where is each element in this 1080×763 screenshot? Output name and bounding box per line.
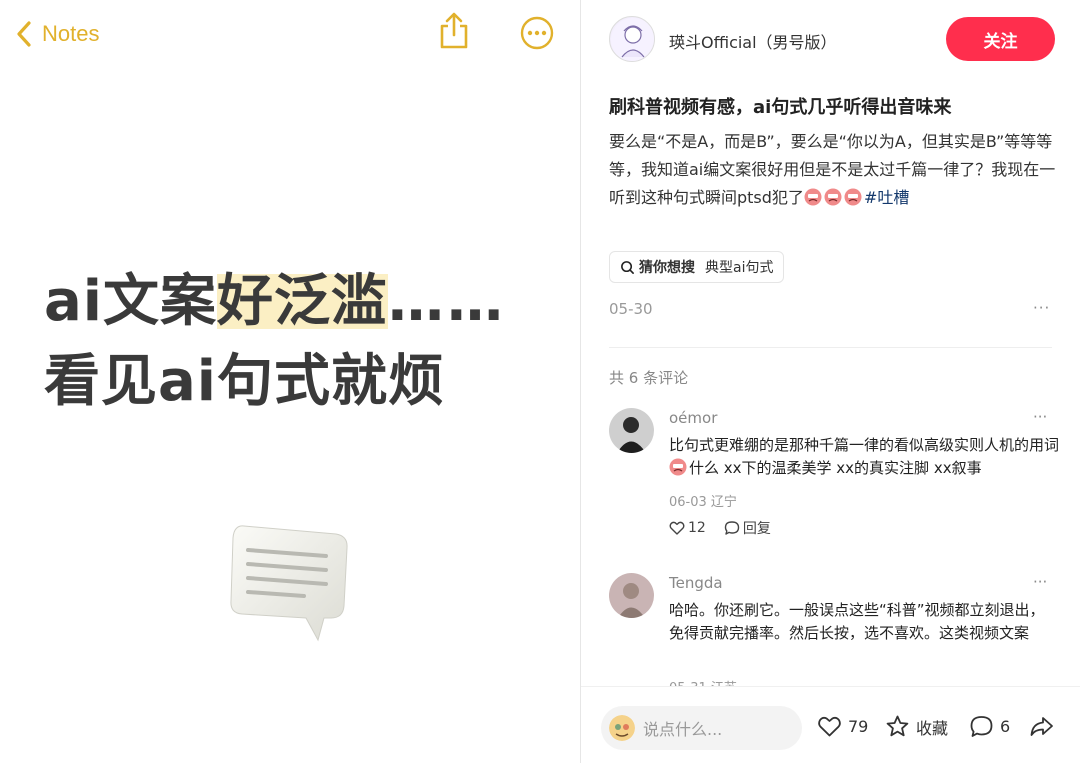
headline-highlight: 好泛滥	[216, 269, 388, 334]
avatar-cartoon-icon	[609, 715, 635, 741]
search-chip-prefix: 猜你想搜	[639, 260, 695, 276]
comment-text: 哈哈。你还刷它。一般误点这些“科普”视频都立刻退出，免得贡献完播率。然后长按，选…	[669, 601, 1045, 642]
ellipsis-circle-icon	[520, 16, 554, 50]
collect-label: 收藏	[916, 718, 949, 738]
comment-more-button[interactable]: ···	[1033, 573, 1047, 591]
post-title: 刷科普视频有感，ai句式几乎听得出音味来	[609, 97, 952, 118]
suggested-search-chip[interactable]: 猜你想搜 典型ai句式	[609, 251, 785, 283]
post-content-scroll[interactable]: 刷科普视频有感，ai句式几乎听得出音味来 要么是“不是A，而是B”，要么是“你以…	[581, 80, 1080, 686]
search-icon	[621, 260, 634, 274]
share-button[interactable]	[436, 11, 472, 51]
commenter-name[interactable]: Tengda	[669, 574, 723, 592]
post-date: 05-30	[609, 300, 653, 318]
content-divider	[609, 347, 1052, 348]
comment-text-part-a: 比句式更难绷的是那种千篇一律的看似高级实则人机的用词	[669, 436, 1060, 454]
like-button[interactable]: 79	[817, 714, 868, 739]
follow-button[interactable]: 关注	[946, 17, 1055, 61]
more-options-button[interactable]	[519, 15, 555, 51]
headline-line-1: ai文案好泛滥……	[44, 262, 564, 342]
comment-actions: 12 回复	[669, 518, 789, 538]
speech-bubble-icon	[724, 521, 740, 535]
speech-bubble-icon	[970, 716, 993, 737]
crying-face-emoji-icon	[844, 188, 862, 206]
share-icon	[440, 12, 468, 49]
comment-text: 比句式更难绷的是那种千篇一律的看似高级实则人机的用词什么 xx下的温柔美学 xx…	[669, 434, 1059, 480]
headline-dots: ……	[387, 269, 506, 334]
notes-pane: Notes ai文案好泛滥…… 看见ai句式就烦	[0, 0, 580, 763]
comment-reply-label: 回复	[742, 521, 771, 537]
notes-back-label: Notes	[42, 21, 100, 46]
search-chip-term: 典型ai句式	[705, 260, 774, 276]
commenter-avatar[interactable]	[609, 573, 654, 618]
heart-icon	[669, 521, 685, 535]
avatar-photo-icon	[609, 573, 654, 618]
chevron-left-icon	[17, 21, 31, 47]
share-post-button[interactable]	[1029, 714, 1060, 739]
my-avatar	[609, 715, 635, 741]
comment-input[interactable]: 说点什么...	[601, 706, 802, 750]
like-count: 79	[848, 717, 869, 736]
crying-face-emoji-icon	[824, 188, 842, 206]
author-avatar[interactable]	[609, 16, 655, 62]
comment-count: 共 6 条评论	[609, 369, 689, 387]
post-body: 要么是“不是A，而是B”，要么是“你以为A，但其实是B”等等等等，我知道ai编文…	[609, 128, 1059, 212]
comment-item: Tengda ··· 哈哈。你还刷它。一般误点这些“科普”视频都立刻退出，免得贡…	[609, 573, 1054, 686]
crying-face-emoji-icon	[669, 458, 687, 476]
cover-headline: ai文案好泛滥…… 看见ai句式就烦	[44, 262, 564, 422]
bottom-action-bar: 说点什么... 79 收藏 6	[581, 686, 1080, 763]
notes-toolbar: Notes	[0, 0, 580, 70]
commenter-avatar[interactable]	[609, 408, 654, 453]
post-pane: 瑛斗Official（男号版） 关注 刷科普视频有感，ai句式几乎听得出音味来 …	[581, 0, 1080, 763]
comment-meta: 05-31 江苏	[669, 677, 737, 686]
comment-meta: 06-03 辽宁	[669, 495, 737, 510]
chat-bubble-illustration	[230, 525, 348, 642]
avatar-photo-icon	[609, 408, 654, 453]
headline-line-2: 看见ai句式就烦	[44, 349, 445, 414]
comment-more-button[interactable]: ···	[1033, 408, 1047, 426]
heart-icon	[818, 716, 841, 737]
notes-back-button[interactable]: Notes	[14, 17, 99, 51]
post-more-button[interactable]: ···	[1033, 299, 1050, 317]
comment-item: oémor ··· 比句式更难绷的是那种千篇一律的看似高级实则人机的用词什么 x…	[609, 408, 1059, 548]
comments-count: 6	[1000, 717, 1011, 736]
avatar-illustration-icon	[611, 18, 654, 61]
comment-like-button[interactable]: 12	[669, 520, 706, 536]
crying-face-emoji-icon	[804, 188, 822, 206]
post-hashtag[interactable]: #吐槽	[864, 188, 909, 207]
comment-like-count: 12	[688, 520, 706, 536]
comment-input-placeholder: 说点什么...	[643, 720, 723, 739]
author-name[interactable]: 瑛斗Official（男号版）	[669, 29, 837, 53]
comment-text-part-b: 什么 xx下的温柔美学 xx的真实注脚 xx叙事	[689, 459, 982, 477]
author-bar: 瑛斗Official（男号版） 关注	[581, 0, 1080, 80]
collect-button[interactable]: 收藏	[885, 714, 948, 739]
headline-part-a: ai文案	[44, 269, 217, 334]
comments-button[interactable]: 6	[969, 714, 1010, 739]
comment-reply-button[interactable]: 回复	[724, 518, 771, 538]
share-arrow-icon	[1030, 717, 1053, 736]
star-icon	[886, 715, 909, 737]
commenter-name[interactable]: oémor	[669, 409, 717, 427]
